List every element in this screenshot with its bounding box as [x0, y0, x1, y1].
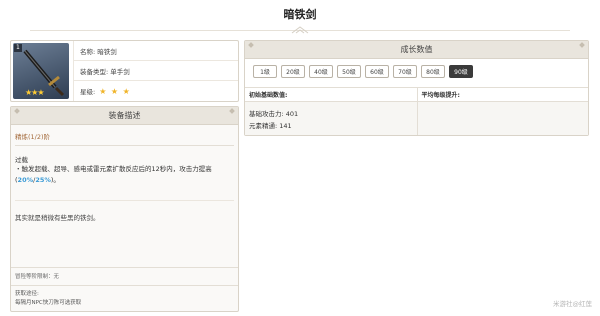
divider	[15, 200, 234, 201]
effect-text: ・触发超载、超导、感电或雷元素扩散反应后的12秒内，攻击力提高(20%/25%)…	[15, 164, 235, 186]
level-button[interactable]: 60级	[365, 65, 389, 78]
refinement-level: 精炼(1/2)阶	[15, 133, 51, 141]
base-attack: 基础攻击力: 401	[249, 110, 299, 118]
level-button[interactable]: 40级	[309, 65, 333, 78]
effect-value-2: 25%	[35, 176, 51, 184]
level-button[interactable]: 90级	[449, 65, 473, 78]
source-text: 每隔月NPC快刀陈可选获取	[15, 300, 82, 306]
avg-growth-header: 平均每级提升:	[417, 88, 588, 102]
weapon-info-rows: 名称: 暗铁剑 装备类型: 单手剑 星级: ★ ★ ★	[73, 41, 238, 101]
title-ornament-icon	[291, 26, 309, 34]
weapon-name: 暗铁剑	[97, 47, 117, 56]
star-rating: ★ ★ ★	[99, 86, 131, 96]
level-button-group: 1级 20级 40级 50级 60级 70级 80级 90级	[253, 65, 473, 78]
watermark: 米游社@红莲	[553, 300, 592, 308]
avg-growth-column: 平均每级提升:	[416, 88, 588, 135]
weapon-info-card: 1 ★★★ 名称: 暗铁剑 装备类型: 单手剑 星级: ★ ★ ★	[10, 40, 239, 102]
image-stars: ★★★	[25, 88, 44, 97]
name-label: 名称:	[80, 47, 96, 56]
page-title: 暗铁剑	[283, 8, 317, 21]
description-header: 装备描述	[11, 107, 238, 125]
source-section: 获取途径: 每隔月NPC快刀陈可选获取	[11, 285, 238, 312]
name-row: 名称: 暗铁剑	[74, 41, 238, 61]
growth-card: 成长数值 1级 20级 40级 50级 60级 70级 80级 90级 初始基础数值: 基础攻…	[244, 40, 589, 136]
level-button[interactable]: 80级	[421, 65, 445, 78]
base-stats-column: 初始基础数值: 基础攻击力: 401 元素精通: 141	[245, 88, 417, 135]
base-stats-header: 初始基础数值:	[245, 88, 417, 102]
level-button[interactable]: 50级	[337, 65, 361, 78]
flavor-text: 其实就是稍微有些黑的铁剑。	[15, 214, 100, 222]
type-label: 装备类型:	[80, 67, 109, 76]
stat-table: 初始基础数值: 基础攻击力: 401 元素精通: 141 平均每级提升:	[245, 87, 588, 135]
effect-value-1: 20%	[17, 176, 34, 184]
effect-name: 过载	[15, 156, 28, 164]
star-row: 星级: ★ ★ ★	[74, 81, 238, 101]
elemental-mastery: 元素精通: 141	[249, 122, 292, 130]
base-stats-body: 基础攻击力: 401 元素精通: 141	[245, 102, 417, 135]
adventure-limit: 冒险等阶限制：无	[11, 267, 238, 283]
type-row: 装备类型: 单手剑	[74, 61, 238, 81]
weapon-type: 单手剑	[110, 67, 130, 76]
avg-growth-body	[417, 102, 588, 135]
source-label: 获取途径:	[15, 291, 39, 297]
level-button[interactable]: 1级	[253, 65, 277, 78]
description-card: 装备描述 精炼(1/2)阶 过载 ・触发超载、超导、感电或雷元素扩散反应后的12…	[10, 106, 239, 312]
weapon-image: 1 ★★★	[13, 43, 69, 99]
effect-text-post: )。	[50, 176, 60, 184]
level-button[interactable]: 20级	[281, 65, 305, 78]
divider	[15, 145, 234, 146]
star-label: 星级:	[80, 88, 96, 96]
growth-header: 成长数值	[245, 41, 588, 59]
level-button[interactable]: 70级	[393, 65, 417, 78]
